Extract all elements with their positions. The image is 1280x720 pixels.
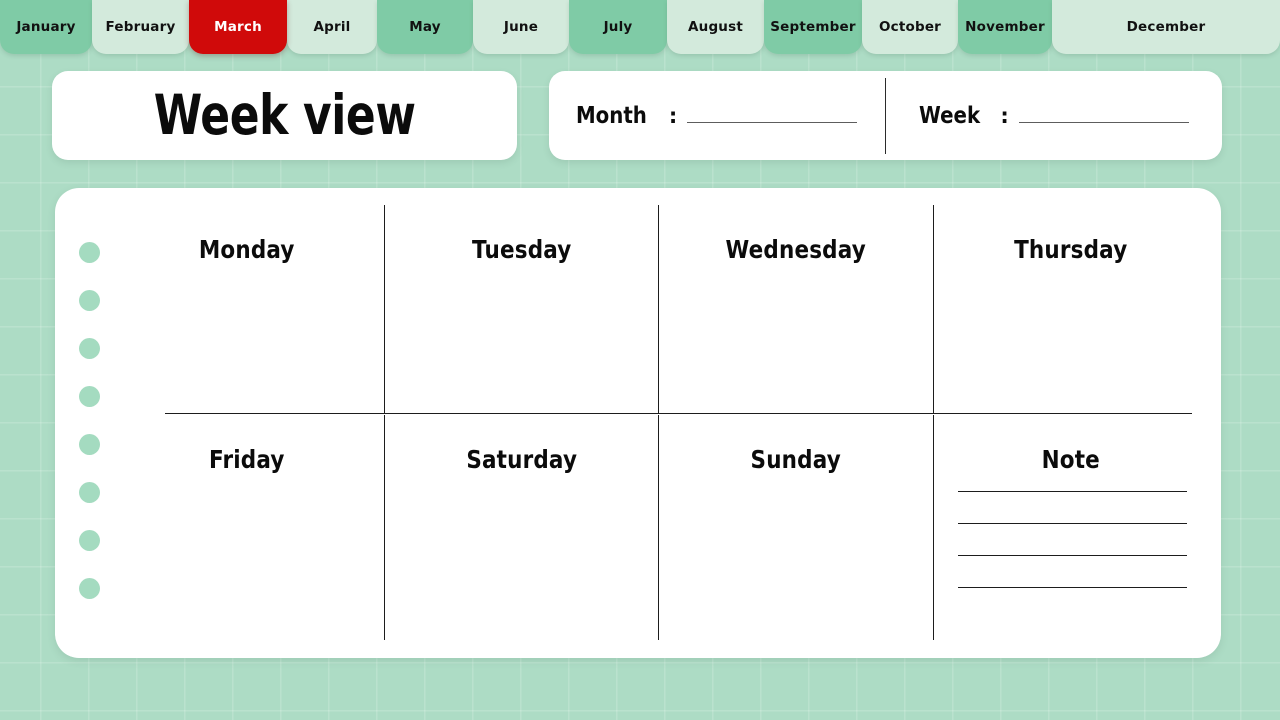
binder-dot	[79, 290, 100, 311]
binder-dot	[79, 386, 100, 407]
planner-cell-sunday[interactable]: Sunday	[659, 415, 934, 640]
week-grid-row-bottom: Friday Saturday Sunday Note	[110, 415, 1207, 640]
binder-dot	[79, 434, 100, 455]
note-heading: Note	[1041, 445, 1100, 474]
week-input-blank[interactable]	[1018, 108, 1189, 123]
week-grid-row-top: Monday Tuesday Wednesday Thursday	[110, 205, 1207, 413]
month-tab-october[interactable]: October	[862, 0, 958, 54]
month-tab-june[interactable]: June	[473, 0, 569, 54]
month-tab-july[interactable]: July	[569, 0, 667, 54]
day-heading: Wednesday	[725, 235, 866, 264]
planner-cell-thursday[interactable]: Thursday	[934, 205, 1208, 413]
month-input-blank[interactable]	[687, 108, 858, 123]
binder-dot	[79, 242, 100, 263]
month-tab-strip: January February March April May June July Augu…	[0, 0, 1280, 54]
month-tab-march[interactable]: March	[189, 0, 287, 54]
day-heading: Saturday	[465, 445, 577, 474]
month-tab-august[interactable]: August	[667, 0, 764, 54]
planner-cell-monday[interactable]: Monday	[110, 205, 385, 413]
month-tab-label: June	[503, 19, 539, 35]
month-tab-label: August	[687, 19, 744, 35]
month-tab-label: April	[313, 19, 351, 35]
planner-cell-saturday[interactable]: Saturday	[385, 415, 659, 640]
month-tab-may[interactable]: May	[377, 0, 473, 54]
month-tab-label: July	[603, 19, 633, 35]
month-colon: :	[668, 103, 678, 128]
month-tab-label: October	[878, 19, 942, 35]
week-field[interactable]: Week :	[886, 103, 1222, 129]
binder-dot	[79, 578, 100, 599]
month-tab-label: March	[214, 19, 262, 35]
planner-card: Monday Tuesday Wednesday Thursday Friday Sat…	[55, 188, 1221, 658]
planner-cell-friday[interactable]: Friday	[110, 415, 385, 640]
page-title: Week view	[153, 83, 416, 147]
note-line[interactable]	[957, 555, 1187, 556]
month-tab-february[interactable]: February	[92, 0, 189, 54]
month-tab-september[interactable]: September	[764, 0, 862, 54]
month-week-card: Month : Week :	[549, 71, 1222, 160]
month-tab-label: December	[1126, 19, 1206, 35]
note-writing-lines[interactable]	[957, 491, 1187, 619]
month-tab-april[interactable]: April	[287, 0, 377, 54]
note-line[interactable]	[957, 587, 1187, 588]
day-heading: Thursday	[1013, 235, 1127, 264]
week-grid-horizontal-divider	[165, 413, 1192, 414]
binder-dot	[79, 482, 100, 503]
month-tab-january[interactable]: January	[0, 0, 92, 54]
month-tab-label: February	[105, 19, 176, 35]
month-tab-november[interactable]: November	[958, 0, 1052, 54]
month-tab-label: January	[16, 19, 76, 35]
planner-cell-tuesday[interactable]: Tuesday	[385, 205, 659, 413]
month-tab-label: September	[770, 19, 856, 35]
week-colon: :	[1000, 103, 1009, 128]
day-heading: Friday	[208, 445, 285, 474]
planner-cell-wednesday[interactable]: Wednesday	[659, 205, 934, 413]
month-tab-december[interactable]: December	[1052, 0, 1280, 54]
month-tab-label: May	[409, 19, 441, 35]
month-label: Month	[576, 102, 648, 129]
week-label: Week	[919, 102, 981, 129]
title-card: Week view	[52, 71, 517, 160]
month-field[interactable]: Month :	[549, 103, 885, 129]
binder-dot-column	[67, 188, 111, 658]
day-heading: Monday	[198, 235, 295, 264]
day-heading: Tuesday	[471, 235, 571, 264]
note-line[interactable]	[957, 491, 1187, 492]
binder-dot	[79, 338, 100, 359]
planner-cell-note[interactable]: Note	[934, 415, 1208, 640]
week-grid: Monday Tuesday Wednesday Thursday Friday Sat…	[110, 188, 1207, 640]
binder-dot	[79, 530, 100, 551]
note-line[interactable]	[957, 523, 1187, 524]
month-tab-label: November	[965, 19, 1045, 35]
day-heading: Sunday	[750, 445, 841, 474]
